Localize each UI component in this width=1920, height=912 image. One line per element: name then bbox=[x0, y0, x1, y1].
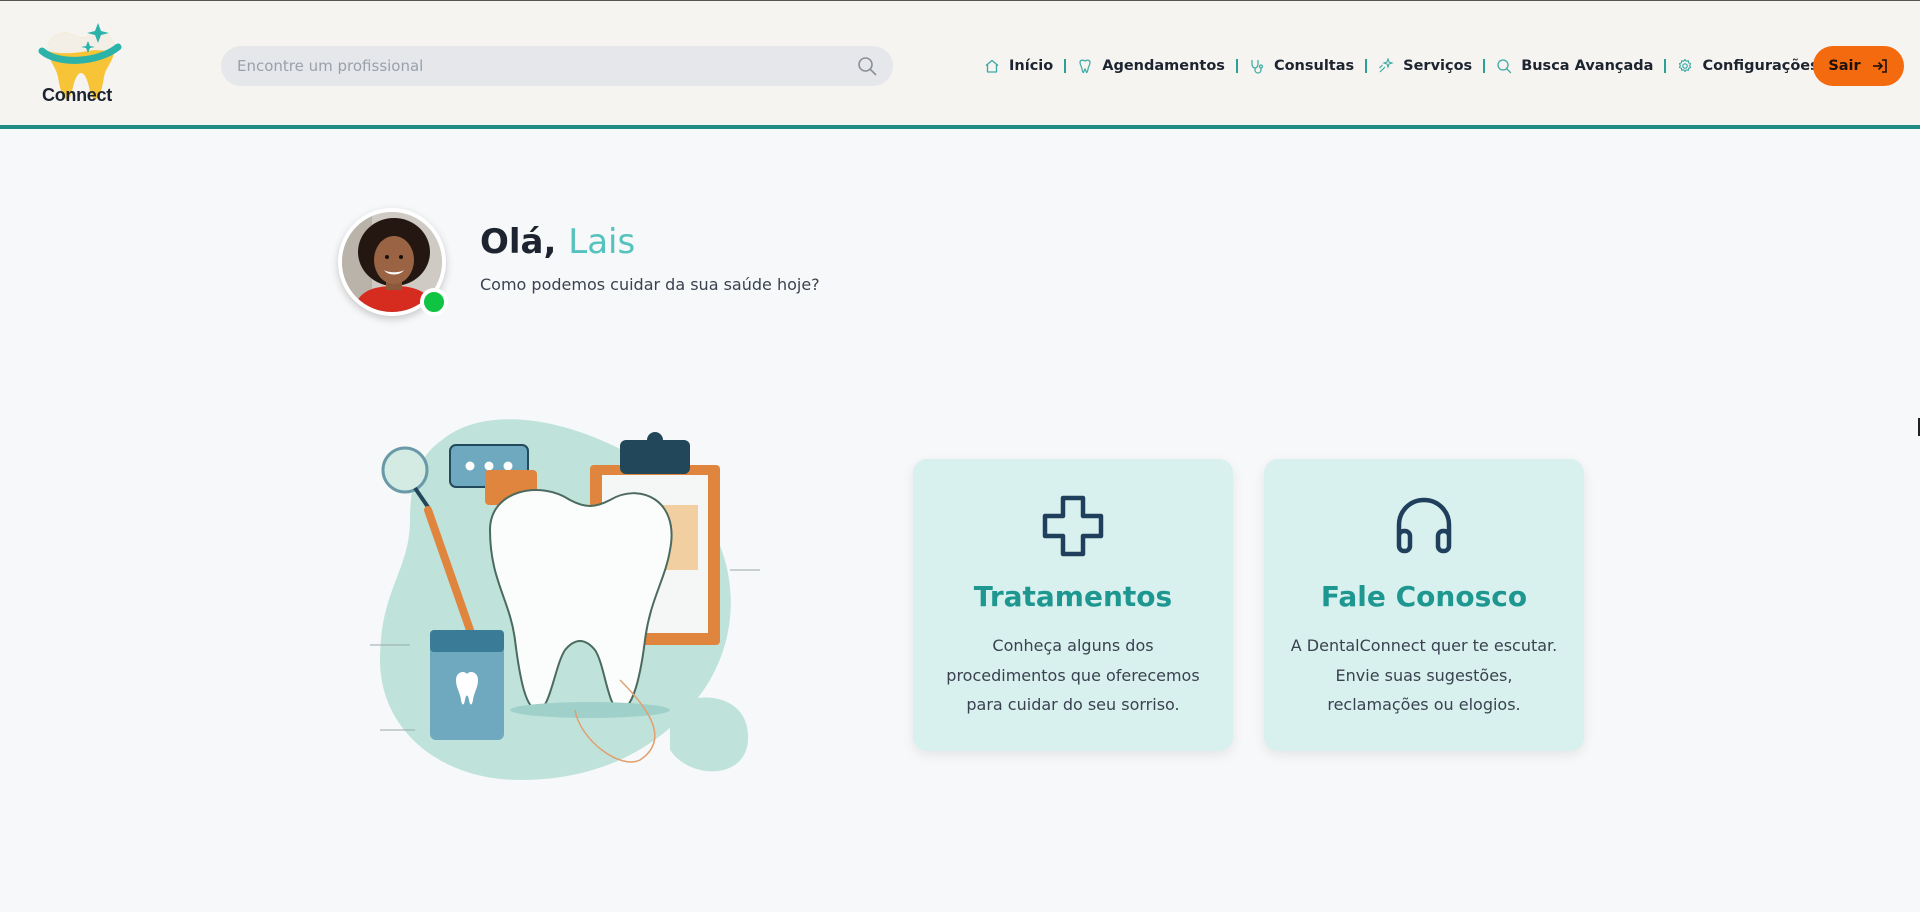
card-description: A DentalConnect quer te escutar. Envie s… bbox=[1290, 636, 1558, 714]
card-title: Tratamentos bbox=[973, 580, 1173, 613]
logout-button[interactable]: Sair bbox=[1813, 46, 1904, 86]
card-fale-conosco[interactable]: Fale Conosco A DentalConnect quer te esc… bbox=[1264, 459, 1584, 751]
plus-icon bbox=[1042, 495, 1104, 557]
nav-label: Busca Avançada bbox=[1521, 58, 1654, 74]
nav-label: Início bbox=[1009, 58, 1054, 74]
main-nav: Início Agendamentos Consultas Serviços B… bbox=[984, 55, 1819, 77]
nav-label: Consultas bbox=[1273, 58, 1355, 74]
sparkle-icon bbox=[1379, 58, 1394, 73]
stethoscope-icon bbox=[1251, 60, 1264, 74]
greeting-hello: Olá, bbox=[480, 222, 557, 262]
nav-label: Configurações bbox=[1702, 58, 1819, 74]
search-icon[interactable] bbox=[857, 56, 877, 76]
search-bar[interactable] bbox=[221, 46, 893, 86]
tooth-icon bbox=[1079, 59, 1091, 74]
dental-illustration bbox=[370, 410, 770, 790]
user-avatar[interactable] bbox=[338, 208, 448, 316]
nav-item-configuracoes[interactable]: Configurações bbox=[1677, 58, 1819, 74]
nav-item-consultas[interactable]: Consultas bbox=[1249, 58, 1354, 74]
greeting-subtitle: Como podemos cuidar da sua saúde hoje? bbox=[480, 275, 820, 294]
gear-icon bbox=[1679, 58, 1692, 73]
nav-item-servicos[interactable]: Serviços bbox=[1378, 58, 1472, 74]
headphones-icon bbox=[1396, 497, 1452, 554]
greeting-heading: Olá, Lais bbox=[480, 222, 635, 262]
nav-item-busca-avancada[interactable]: Busca Avançada bbox=[1496, 58, 1653, 74]
nav-separator bbox=[1483, 59, 1486, 73]
nav-item-inicio[interactable]: Início bbox=[984, 58, 1053, 74]
nav-separator bbox=[1664, 59, 1667, 73]
app-header: Connect Início Agendamentos Consultas Se… bbox=[0, 1, 1920, 129]
logout-icon bbox=[1872, 59, 1887, 73]
logout-label: Sair bbox=[1828, 58, 1861, 74]
search-icon bbox=[1497, 59, 1512, 74]
nav-separator bbox=[1064, 59, 1067, 73]
search-input[interactable] bbox=[237, 46, 837, 86]
nav-separator bbox=[1235, 59, 1238, 73]
nav-separator bbox=[1365, 59, 1368, 73]
nav-label: Serviços bbox=[1403, 58, 1473, 74]
nav-item-agendamentos[interactable]: Agendamentos bbox=[1077, 58, 1225, 74]
card-tratamentos[interactable]: Tratamentos Conheça alguns dos procedime… bbox=[913, 459, 1233, 751]
online-status-dot bbox=[420, 288, 448, 316]
greeting-user-name: Lais bbox=[568, 222, 636, 262]
home-icon bbox=[985, 59, 999, 73]
card-description: Conheça alguns dos procedimentos que ofe… bbox=[946, 636, 1200, 714]
nav-label: Agendamentos bbox=[1102, 58, 1225, 74]
logo-text: Connect bbox=[42, 85, 112, 105]
card-title: Fale Conosco bbox=[1320, 580, 1528, 613]
